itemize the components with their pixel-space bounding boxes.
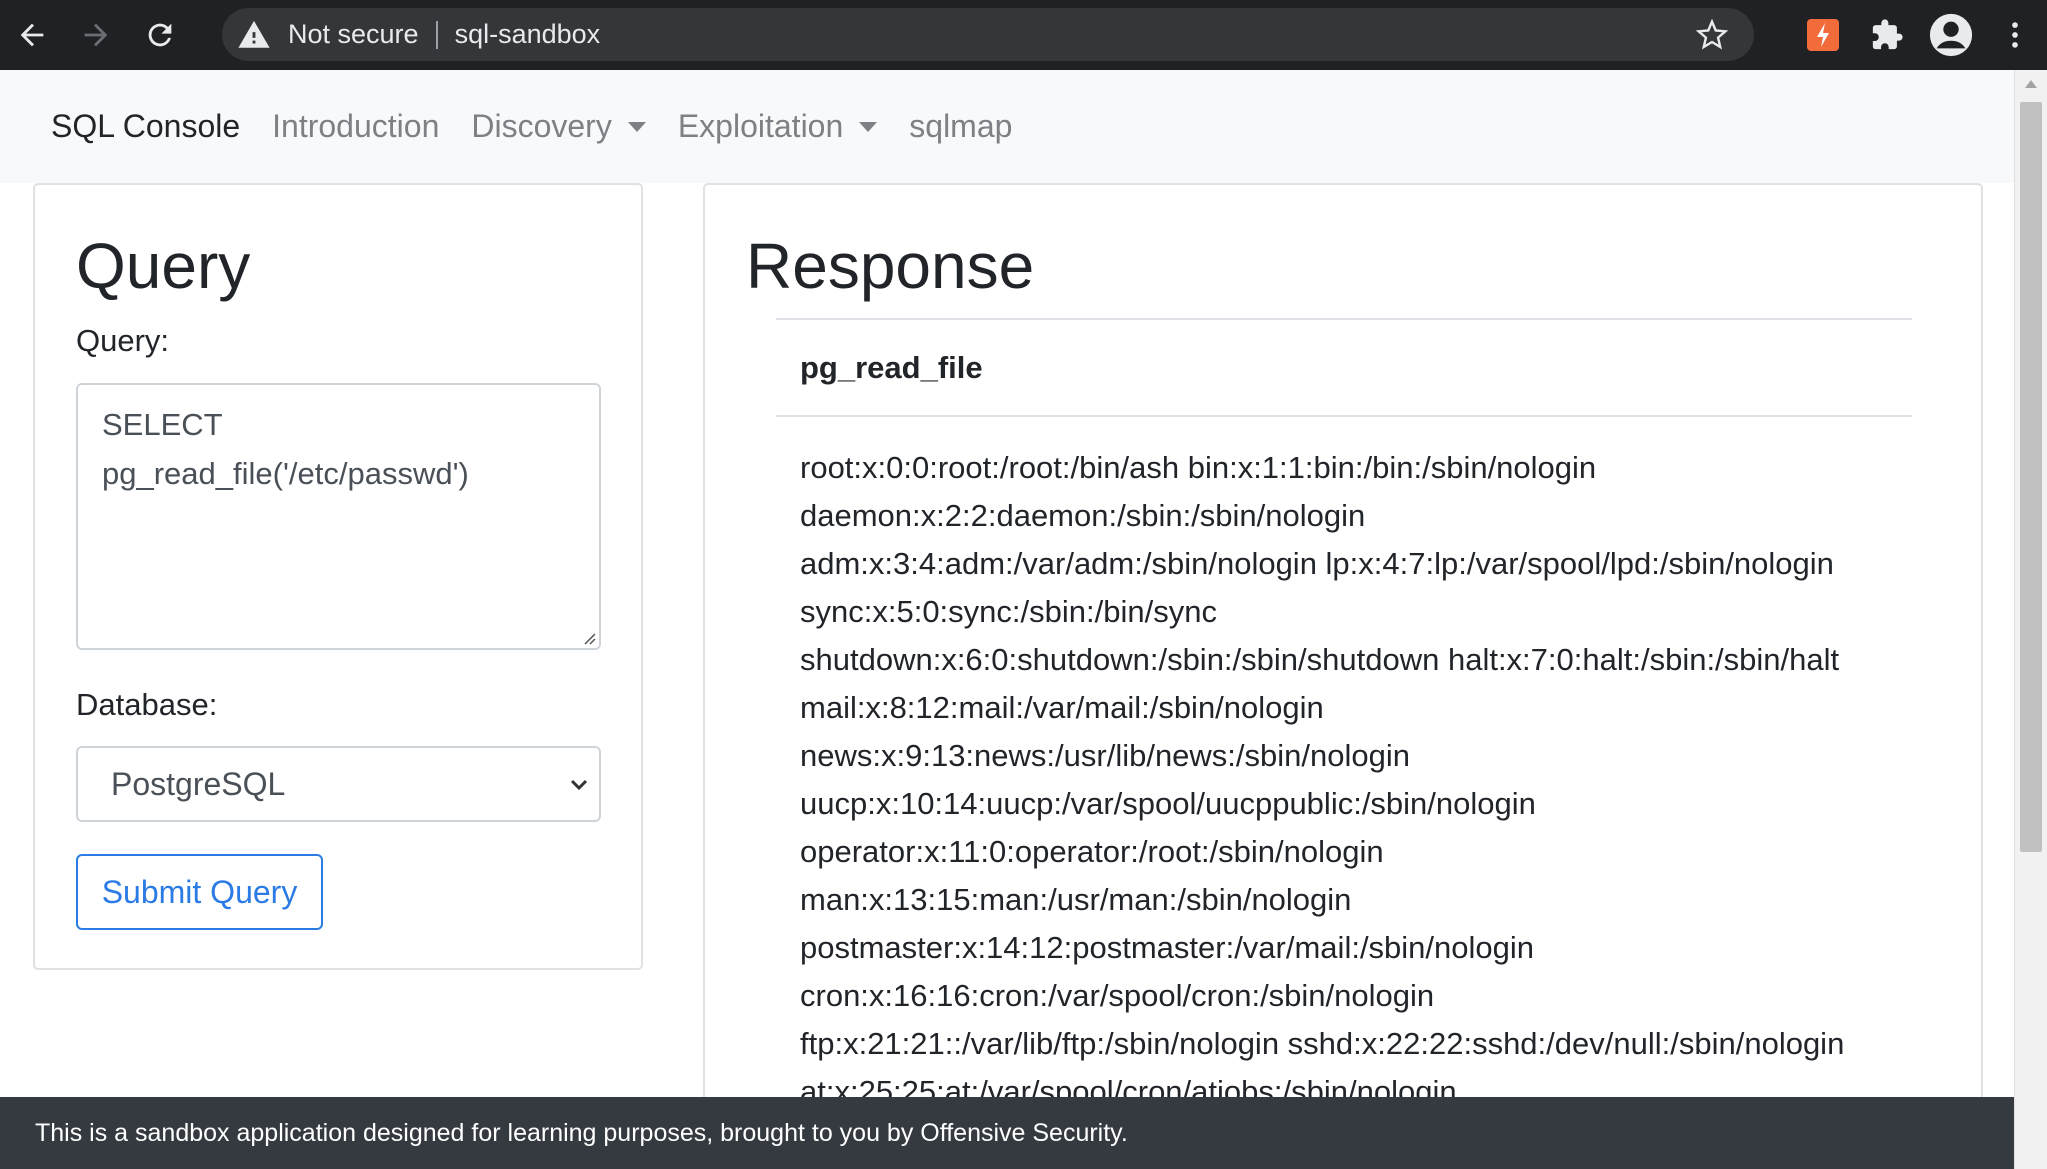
footer-text: This is a sandbox application designed f… [35, 1118, 1128, 1147]
query-card: Query Query: SELECT pg_read_file('/etc/p… [33, 183, 643, 970]
nav-sqlmap-label: sqlmap [909, 108, 1013, 144]
output-line: sync:x:5:0:sync:/sbin:/bin/sync [800, 594, 1217, 629]
query-line: SELECT [102, 407, 223, 442]
url-text: sql-sandbox [454, 19, 601, 49]
output-line: operator:x:11:0:operator:/root:/sbin/nol… [800, 834, 1384, 869]
extension-lightning-icon [1807, 19, 1839, 51]
output-line: cron:x:16:16:cron:/var/spool/cron:/sbin/… [800, 978, 1435, 1013]
bookmark-star-icon[interactable] [1696, 19, 1728, 51]
output-line: root:x:0:0:root:/root:/bin/ash bin:x:1:1… [800, 450, 1597, 485]
output-line: shutdown:x:6:0:shutdown:/sbin:/sbin/shut… [800, 642, 1840, 677]
nav-discovery-dropdown[interactable]: Discovery [471, 108, 646, 145]
resize-handle-icon[interactable] [582, 631, 596, 645]
forward-button[interactable] [64, 0, 128, 70]
response-heading: Response [746, 230, 1035, 302]
output-line: uucp:x:10:14:uucp:/var/spool/uucppublic:… [800, 786, 1536, 821]
page-scrollbar[interactable] [2014, 70, 2047, 1169]
submit-query-button[interactable]: Submit Query [76, 854, 323, 930]
scrollbar-thumb[interactable] [2020, 102, 2042, 852]
reload-icon [148, 23, 172, 47]
extension-area [1791, 0, 2047, 70]
nav-discovery-label: Discovery [471, 108, 612, 144]
extensions-menu-button[interactable] [1855, 0, 1919, 70]
table-cell: root:x:0:0:root:/root:/bin/ash bin:x:1:1… [776, 417, 1912, 1116]
output-line: ftp:x:21:21::/var/lib/ftp:/sbin/nologin … [800, 1026, 1845, 1061]
caret-down-icon [627, 121, 646, 132]
profile-button[interactable] [1919, 0, 1983, 70]
address-divider [435, 20, 438, 49]
warning-icon [238, 20, 270, 48]
output-line: mail:x:8:12:mail:/var/mail:/sbin/nologin [800, 690, 1324, 725]
database-label: Database: [76, 687, 218, 722]
security-label: Not secure [288, 19, 419, 49]
nav-sqlmap[interactable]: sqlmap [909, 108, 1012, 145]
output-line: daemon:x:2:2:daemon:/sbin:/sbin/nologin [800, 498, 1366, 533]
arrow-right-icon [84, 23, 108, 47]
nav-introduction[interactable]: Introduction [272, 108, 439, 145]
footer-bar: This is a sandbox application designed f… [0, 1097, 2014, 1169]
puzzle-icon [1872, 19, 1903, 50]
nav-exploitation-label: Exploitation [677, 108, 844, 144]
table-header: pg_read_file [776, 318, 1912, 417]
output-line: news:x:9:13:news:/usr/lib/news:/sbin/nol… [800, 738, 1410, 773]
arrow-left-icon [20, 23, 44, 47]
browser-menu-button[interactable] [1983, 0, 2047, 70]
output-line: man:x:13:15:man:/usr/man:/sbin/nologin [800, 882, 1352, 917]
chevron-down-icon [570, 779, 588, 791]
top-navbar: SQL Console Introduction Discovery Explo… [0, 70, 2014, 183]
query-textarea[interactable]: SELECT pg_read_file('/etc/passwd') [76, 383, 601, 650]
back-button[interactable] [0, 0, 64, 70]
caret-down-icon [859, 121, 878, 132]
address-bar[interactable]: Not secure sql-sandbox [222, 8, 1754, 61]
extension-button[interactable] [1791, 0, 1855, 70]
scroll-up-arrow-icon[interactable] [2025, 80, 2037, 88]
query-label: Query: [76, 323, 170, 358]
output-line: postmaster:x:14:12:postmaster:/var/mail:… [800, 930, 1535, 965]
response-table: pg_read_file root:x:0:0:root:/root:/bin/… [776, 318, 1912, 1116]
output-line: adm:x:3:4:adm:/var/adm:/sbin/nologin lp:… [800, 546, 1834, 581]
database-select[interactable]: PostgreSQL [76, 746, 601, 822]
database-selected-value: PostgreSQL [111, 765, 286, 802]
navbar-brand[interactable]: SQL Console [51, 108, 240, 145]
response-card: Response pg_read_file root:x:0:0:root:/r… [703, 183, 1983, 1169]
account-avatar-icon [1929, 13, 1973, 57]
browser-toolbar: Not secure sql-sandbox [0, 0, 2047, 70]
reload-button[interactable] [128, 0, 192, 70]
nav-exploitation-dropdown[interactable]: Exploitation [677, 108, 878, 145]
query-heading: Query [76, 230, 251, 302]
query-line: pg_read_file('/etc/passwd') [102, 456, 469, 491]
more-vert-icon [2012, 22, 2018, 48]
nav-introduction-label: Introduction [272, 108, 440, 144]
